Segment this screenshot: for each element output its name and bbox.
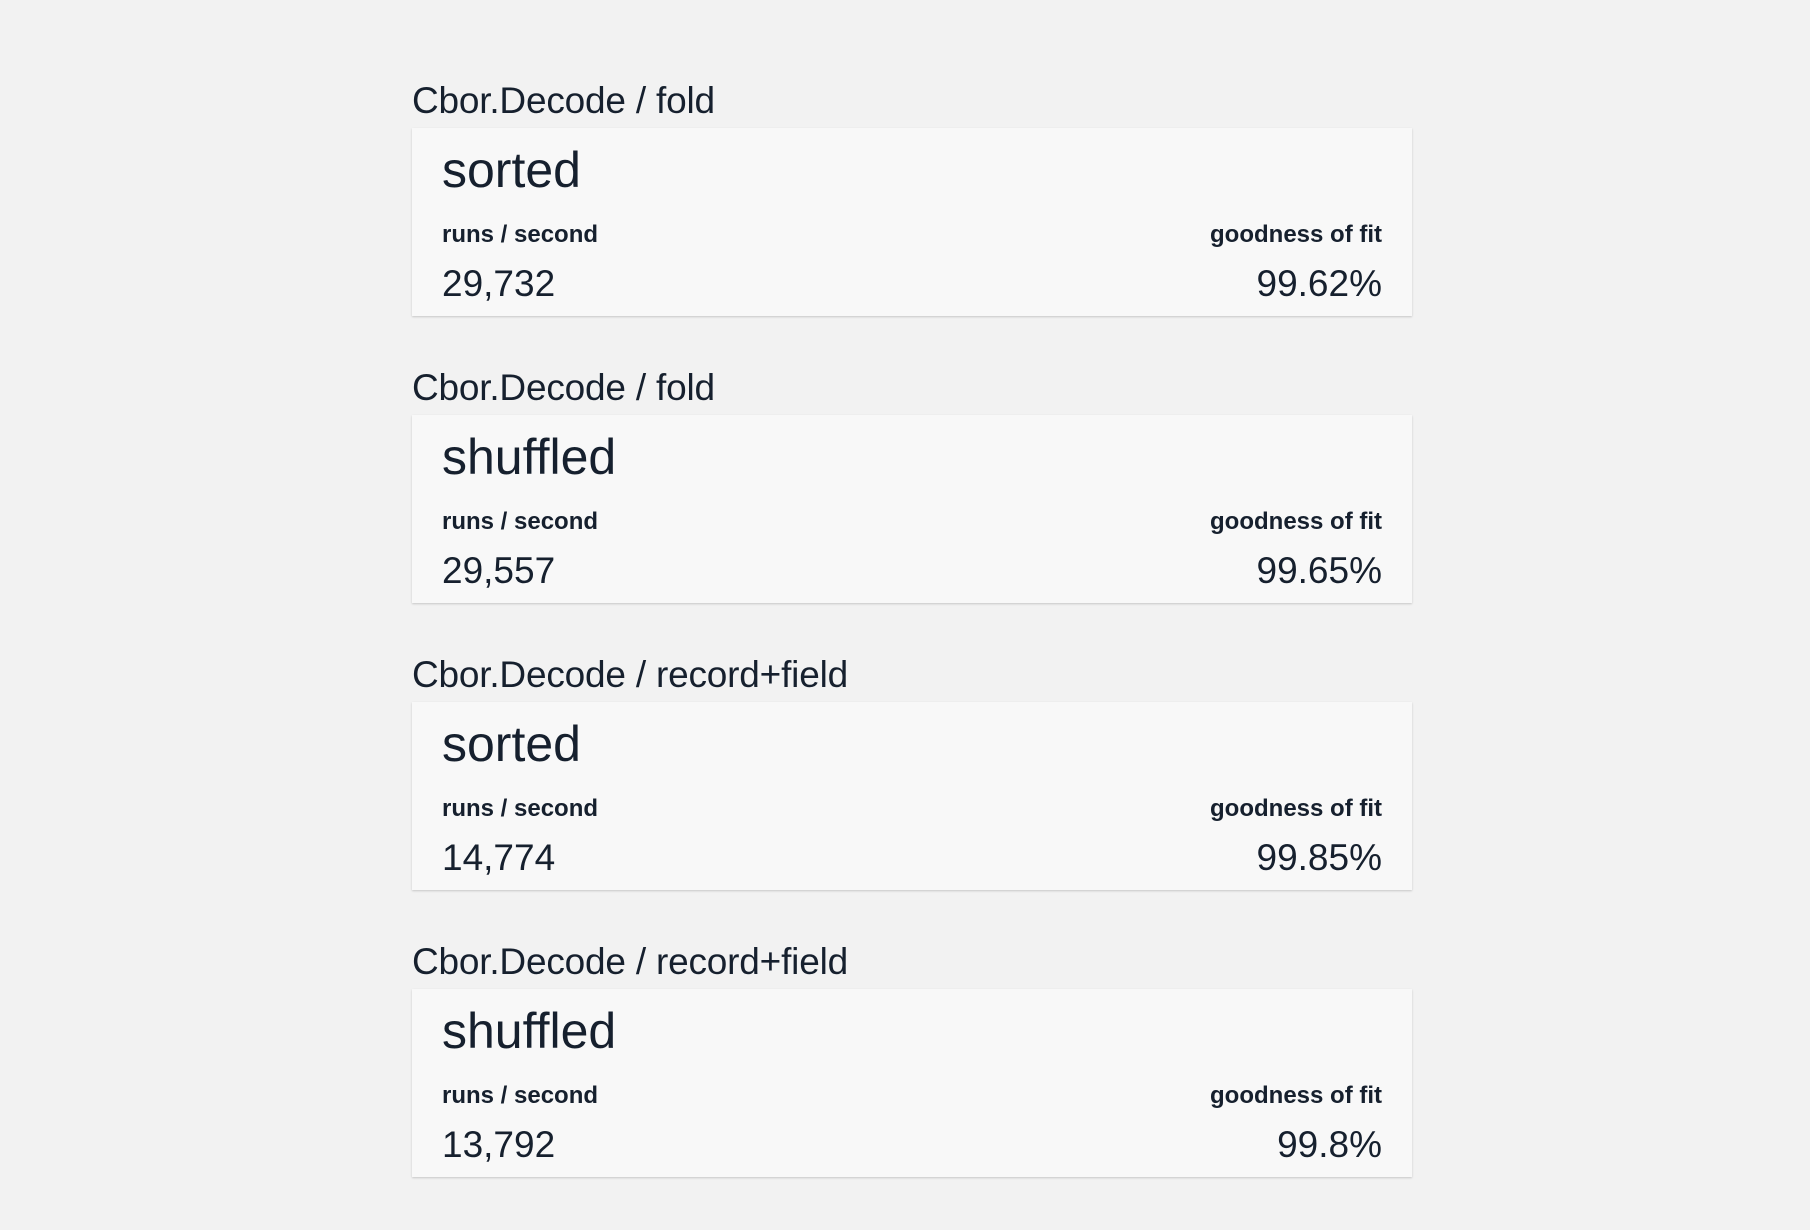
goodness-of-fit-label: goodness of fit [1210,508,1382,535]
runs-per-second-value: 13,792 [442,1124,556,1165]
benchmark-group-title: Cbor.Decode / record+field [412,654,848,695]
benchmark-variant-name: shuffled [442,429,617,485]
runs-per-second-label: runs / second [442,221,599,248]
benchmark-group-title: Cbor.Decode / fold [412,367,715,408]
goodness-of-fit-metric: goodness of fit 99.8% [1210,1081,1382,1167]
runs-per-second-label: runs / second [442,508,599,535]
runs-per-second-value: 29,557 [442,550,556,591]
runs-per-second-metric: runs / second 14,774 [442,794,598,880]
goodness-of-fit-label: goodness of fit [1210,1082,1382,1109]
runs-per-second-metric: runs / second 29,732 [442,220,598,306]
benchmark-card: sorted runs / second 29,732 goodness of … [412,128,1412,316]
benchmark-group: Cbor.Decode / fold shuffled runs / secon… [412,363,1412,650]
benchmark-variant-name: sorted [442,142,581,198]
benchmark-variant-name: sorted [442,716,581,772]
runs-per-second-metric: runs / second 29,557 [442,507,598,593]
benchmark-group-title: Cbor.Decode / fold [412,80,715,121]
benchmark-card: shuffled runs / second 13,792 goodness o… [412,989,1412,1177]
goodness-of-fit-value: 99.85% [1256,837,1383,878]
benchmark-card: sorted runs / second 14,774 goodness of … [412,702,1412,890]
runs-per-second-value: 14,774 [442,837,556,878]
benchmark-group: Cbor.Decode / record+field sorted runs /… [412,650,1412,937]
benchmark-group-title: Cbor.Decode / record+field [412,941,848,982]
goodness-of-fit-value: 99.8% [1277,1124,1382,1165]
benchmark-group: Cbor.Decode / fold sorted runs / second … [412,76,1412,363]
goodness-of-fit-value: 99.65% [1256,550,1383,591]
benchmark-group: Cbor.Decode / record+field shuffled runs… [412,937,1412,1224]
benchmark-variant-name: shuffled [442,1003,617,1059]
runs-per-second-label: runs / second [442,1082,599,1109]
goodness-of-fit-metric: goodness of fit 99.65% [1210,507,1382,593]
runs-per-second-metric: runs / second 13,792 [442,1081,598,1167]
runs-per-second-label: runs / second [442,795,599,822]
benchmark-card: shuffled runs / second 29,557 goodness o… [412,415,1412,603]
goodness-of-fit-metric: goodness of fit 99.85% [1210,794,1382,880]
benchmark-list: Cbor.Decode / fold sorted runs / second … [412,76,1412,1224]
runs-per-second-value: 29,732 [442,263,556,304]
goodness-of-fit-label: goodness of fit [1210,221,1382,248]
goodness-of-fit-metric: goodness of fit 99.62% [1210,220,1382,306]
goodness-of-fit-label: goodness of fit [1210,795,1382,822]
goodness-of-fit-value: 99.62% [1256,263,1383,304]
